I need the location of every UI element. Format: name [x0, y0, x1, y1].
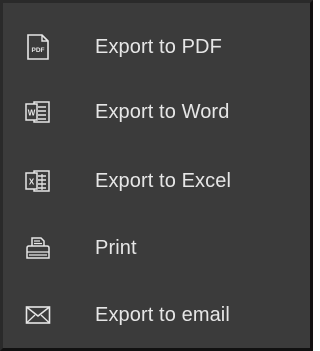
export-to-pdf-label: Export to PDF	[95, 35, 222, 58]
print-label: Print	[95, 236, 137, 259]
export-to-pdf-item[interactable]: PDF Export to PDF	[3, 13, 310, 81]
export-to-word-item[interactable]: W Export to Word	[3, 78, 310, 146]
export-to-excel-item[interactable]: X Export to Excel	[3, 147, 310, 215]
word-file-icon: W	[25, 99, 51, 125]
excel-file-icon: X	[25, 168, 51, 194]
excel-icon-text: X	[29, 178, 35, 187]
envelope-icon	[25, 302, 51, 328]
printer-icon	[25, 235, 51, 261]
export-to-email-item[interactable]: Export to email	[3, 281, 310, 349]
pdf-icon-text: PDF	[32, 47, 45, 54]
export-to-excel-label: Export to Excel	[95, 169, 232, 192]
export-to-email-label: Export to email	[95, 303, 230, 326]
print-item[interactable]: Print	[3, 214, 310, 282]
word-icon-text: W	[28, 109, 36, 118]
pdf-file-icon: PDF	[25, 34, 51, 60]
export-to-word-label: Export to Word	[95, 100, 230, 123]
export-menu: PDF Export to PDF W Export to Word X Exp…	[0, 0, 313, 351]
